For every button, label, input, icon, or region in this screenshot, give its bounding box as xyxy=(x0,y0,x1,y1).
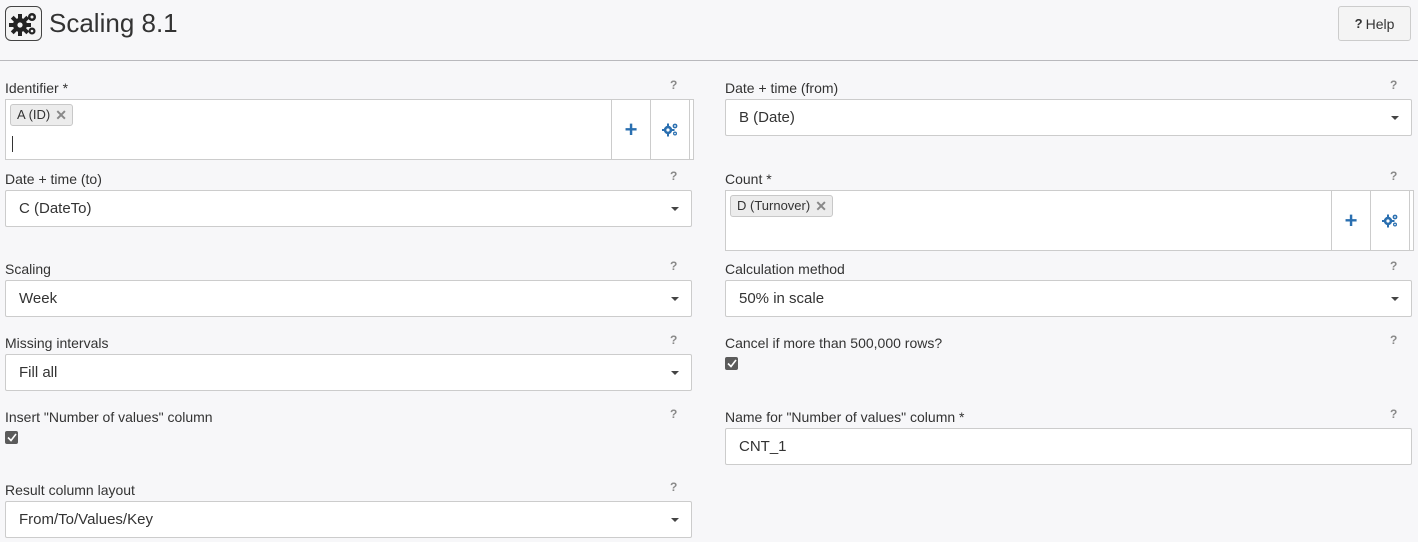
count-tag-label: D (Turnover) xyxy=(737,198,811,213)
date-to-help-icon[interactable]: ? xyxy=(670,169,677,183)
cancel-rows-checkbox[interactable] xyxy=(725,357,738,370)
scaling-value: Week xyxy=(19,290,58,307)
missing-intervals-help-icon[interactable]: ? xyxy=(670,333,677,347)
result-layout-value: From/To/Values/Key xyxy=(19,511,153,528)
help-button-label: Help xyxy=(1365,15,1395,32)
caret-down-icon xyxy=(671,371,679,375)
date-to-label: Date + time (to) xyxy=(5,171,102,187)
date-from-select[interactable]: B (Date) xyxy=(725,99,1412,136)
identifier-tag: A (ID) ✕ xyxy=(10,104,73,126)
calc-method-label: Calculation method xyxy=(725,261,845,277)
date-to-select[interactable]: C (DateTo) xyxy=(5,190,692,227)
insert-count-col-label: Insert "Number of values" column xyxy=(5,409,213,425)
text-cursor xyxy=(12,136,13,152)
count-col-name-field[interactable] xyxy=(725,428,1412,465)
date-to-value: C (DateTo) xyxy=(19,200,92,217)
plus-icon: + xyxy=(624,116,638,142)
caret-down-icon xyxy=(671,297,679,301)
calc-method-help-icon[interactable]: ? xyxy=(1390,259,1397,273)
count-col-name-label: Name for "Number of values" column * xyxy=(725,409,965,425)
missing-intervals-value: Fill all xyxy=(19,364,58,381)
date-from-help-icon[interactable]: ? xyxy=(1390,78,1397,92)
plus-icon: + xyxy=(1344,207,1358,233)
cancel-rows-label: Cancel if more than 500,000 rows? xyxy=(725,335,943,351)
result-layout-select[interactable]: From/To/Values/Key xyxy=(5,501,692,538)
page-title: Scaling 8.1 xyxy=(49,8,178,38)
count-help-icon[interactable]: ? xyxy=(1390,169,1397,183)
count-multiselect[interactable]: D (Turnover) ✕ + xyxy=(725,190,1414,251)
gears-icon xyxy=(661,123,677,137)
date-from-label: Date + time (from) xyxy=(725,80,839,96)
insert-count-col-help-icon[interactable]: ? xyxy=(670,407,677,421)
scaling-select[interactable]: Week xyxy=(5,280,692,317)
checkmark-icon xyxy=(726,359,737,368)
calc-method-value: 50% in scale xyxy=(739,290,825,307)
identifier-label: Identifier * xyxy=(5,80,69,96)
checkmark-icon xyxy=(6,433,17,442)
caret-down-icon xyxy=(671,207,679,211)
missing-intervals-select[interactable]: Fill all xyxy=(5,354,692,391)
count-col-name-input[interactable] xyxy=(739,429,1398,464)
remove-tag-icon[interactable]: ✕ xyxy=(815,196,827,216)
calc-method-select[interactable]: 50% in scale xyxy=(725,280,1412,317)
identifier-help-icon[interactable]: ? xyxy=(670,78,677,92)
cancel-rows-help-icon[interactable]: ? xyxy=(1390,333,1397,347)
header: Scaling 8.1 ? Help xyxy=(0,0,1418,60)
scaling-label: Scaling xyxy=(5,261,51,277)
help-button[interactable]: ? Help xyxy=(1338,6,1411,41)
identifier-add-button[interactable]: + xyxy=(611,99,651,160)
header-divider xyxy=(0,60,1418,61)
result-layout-help-icon[interactable]: ? xyxy=(670,480,677,494)
identifier-tag-label: A (ID) xyxy=(17,107,51,122)
count-add-button[interactable]: + xyxy=(1331,190,1371,251)
date-from-value: B (Date) xyxy=(739,109,795,126)
gears-icon xyxy=(1381,214,1397,228)
caret-down-icon xyxy=(671,518,679,522)
identifier-settings-button[interactable] xyxy=(650,99,690,160)
caret-down-icon xyxy=(1391,116,1399,120)
count-col-name-help-icon[interactable]: ? xyxy=(1390,407,1397,421)
count-tag: D (Turnover) ✕ xyxy=(730,195,833,217)
count-settings-button[interactable] xyxy=(1370,190,1410,251)
gears-icon xyxy=(5,6,42,41)
count-label: Count * xyxy=(725,171,772,187)
question-icon: ? xyxy=(1354,16,1363,31)
identifier-multiselect[interactable]: A (ID) ✕ + xyxy=(5,99,694,160)
missing-intervals-label: Missing intervals xyxy=(5,335,109,351)
caret-down-icon xyxy=(1391,297,1399,301)
insert-count-col-checkbox[interactable] xyxy=(5,431,18,444)
result-layout-label: Result column layout xyxy=(5,482,135,498)
remove-tag-icon[interactable]: ✕ xyxy=(55,105,67,125)
scaling-help-icon[interactable]: ? xyxy=(670,259,677,273)
